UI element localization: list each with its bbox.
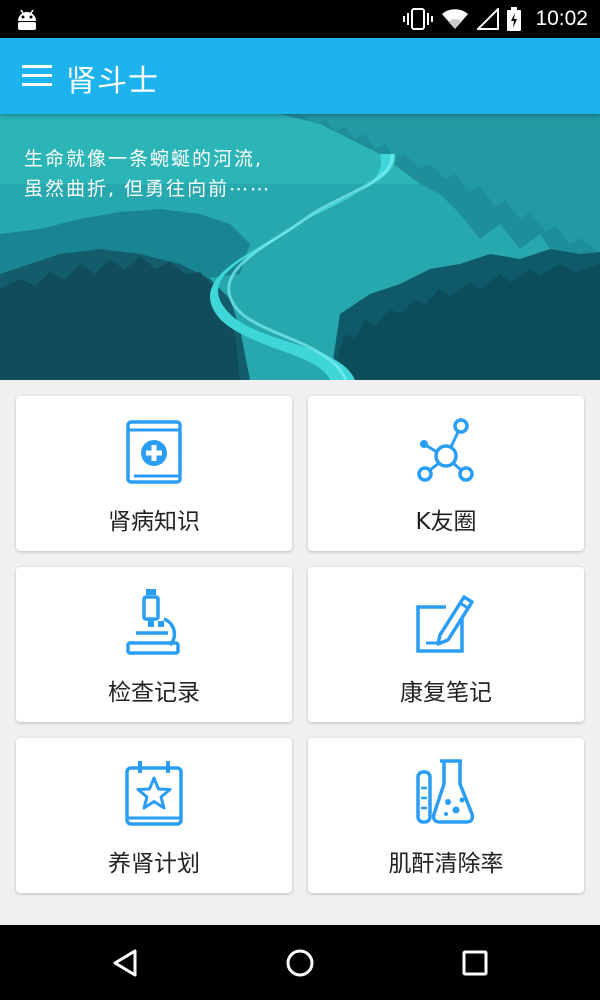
calendar-star-icon: [125, 761, 183, 826]
menu-card-label: 养肾计划: [108, 851, 200, 877]
menu-card-recovery-notes[interactable]: 康复笔记: [308, 567, 584, 722]
status-time: 10:02: [535, 7, 588, 30]
banner-image: 生命就像一条蜿蜒的河流, 虽然曲折, 但勇往向前⋯⋯: [0, 114, 600, 380]
vibrate-icon: [403, 8, 434, 30]
hamburger-menu-icon[interactable]: [22, 62, 52, 90]
network-nodes-icon: [417, 418, 474, 482]
menu-card-label: 检查记录: [108, 680, 200, 706]
microscope-icon: [126, 589, 180, 655]
menu-card-kidney-plan[interactable]: 养肾计划: [16, 738, 292, 893]
back-icon[interactable]: [107, 945, 143, 981]
battery-charging-icon: [507, 7, 522, 31]
menu-card-label: K友圈: [415, 509, 477, 535]
banner-slogan: 生命就像一条蜿蜒的河流, 虽然曲折, 但勇往向前⋯⋯: [24, 144, 271, 204]
menu-card-exam-records[interactable]: 检查记录: [16, 567, 292, 722]
menu-card-k-friends[interactable]: K友圈: [308, 396, 584, 551]
menu-card-label: 肾病知识: [108, 509, 200, 535]
slogan-line-1: 生命就像一条蜿蜒的河流,: [24, 148, 264, 170]
app-bar: 肾斗士: [0, 38, 600, 114]
menu-card-creatinine-clearance[interactable]: 肌酐清除率: [308, 738, 584, 893]
menu-grid: 肾病知识 K友圈 检查记录 康复笔记 养肾计划 肌酐清除率: [0, 380, 600, 925]
medical-book-icon: [126, 420, 182, 484]
recents-icon[interactable]: [457, 945, 493, 981]
status-bar: 10:02: [0, 0, 600, 38]
lab-flask-icon: [416, 759, 475, 824]
menu-card-label: 肌酐清除率: [388, 851, 504, 877]
menu-card-kidney-knowledge[interactable]: 肾病知识: [16, 396, 292, 551]
home-icon[interactable]: [282, 945, 318, 981]
pencil-notepad-icon: [416, 595, 474, 653]
menu-card-label: 康复笔记: [400, 680, 492, 706]
signal-icon: [477, 8, 500, 30]
system-navigation-bar: [0, 925, 600, 1000]
android-icon: [18, 9, 36, 30]
wifi-icon: [442, 9, 469, 29]
slogan-line-2: 虽然曲折, 但勇往向前⋯⋯: [24, 178, 272, 200]
app-title: 肾斗士: [66, 64, 159, 99]
